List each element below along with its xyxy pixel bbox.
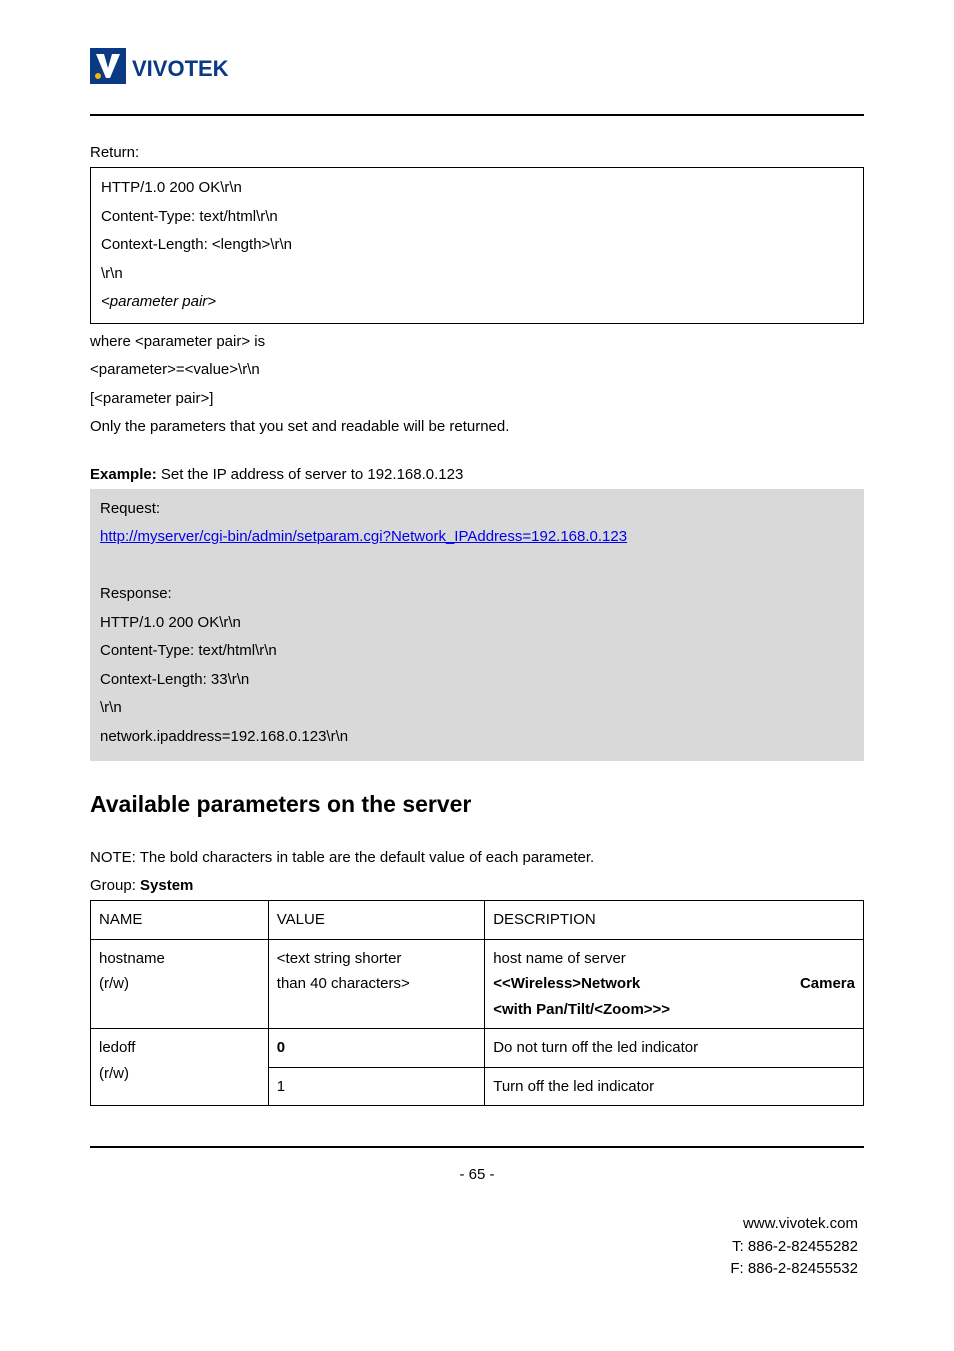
footer: www.vivotek.com T: 886-2-82455282 F: 886… [90,1213,864,1281]
example-box: Request: http://myserver/cgi-bin/admin/s… [90,489,864,762]
code-line: \r\n [100,694,854,723]
code-line: HTTP/1.0 200 OK\r\n [101,174,853,203]
footer-url: www.vivotek.com [90,1213,858,1236]
divider-bottom [90,1146,864,1148]
text-line: (r/w) [99,1061,260,1087]
table-row: hostname (r/w) <text string shorter than… [91,939,864,1029]
cell-value: 0 [268,1029,484,1068]
cell-value: 1 [268,1067,484,1106]
return-code-box: HTTP/1.0 200 OK\r\n Content-Type: text/h… [90,167,864,324]
request-url-link[interactable]: http://myserver/cgi-bin/admin/setparam.c… [100,528,627,545]
divider-top [90,114,864,116]
bold-text: Camera [800,971,855,997]
cell-desc: host name of server <<Wireless>Network C… [485,939,864,1029]
code-line: \r\n [101,260,853,289]
page-number: - 65 - [90,1166,864,1183]
table-header-row: NAME VALUE DESCRIPTION [91,901,864,940]
cell-name: hostname (r/w) [91,939,269,1029]
text-line: ledoff [99,1035,260,1061]
footer-phone: T: 886-2-82455282 [90,1236,858,1259]
text-line: host name of server [493,946,855,972]
example-label: Example: Set the IP address of server to… [90,466,864,483]
cell-desc: Turn off the led indicator [485,1067,864,1106]
code-line: HTTP/1.0 200 OK\r\n [100,609,854,638]
return-explanation: where <parameter pair> is <parameter>=<v… [90,328,864,442]
logo: VIVOTEK [90,48,864,96]
text-line: than 40 characters> [277,971,476,997]
group-label: Group: System [90,877,864,894]
example-label-text: Set the IP address of server to 192.168.… [157,466,464,483]
code-line: Content-Type: text/html\r\n [100,637,854,666]
footer-fax: F: 886-2-82455532 [90,1258,858,1281]
table-row: ledoff (r/w) 0 Do not turn off the led i… [91,1029,864,1068]
text-line: [<parameter pair>] [90,385,864,414]
code-line: Context-Length: <length>\r\n [101,231,853,260]
text-line: hostname [99,946,260,972]
bold-text: <with Pan/Tilt/<Zoom>>> [493,1001,670,1018]
cell-name: ledoff (r/w) [91,1029,269,1106]
th-desc: DESCRIPTION [485,901,864,940]
text-line: where <parameter pair> is [90,328,864,357]
return-label: Return: [90,144,864,161]
text-line: <text string shorter [277,946,476,972]
group-prefix: Group: [90,877,140,894]
section-heading: Available parameters on the server [90,791,864,818]
response-label: Response: [100,580,854,609]
svg-text:VIVOTEK: VIVOTEK [132,56,229,81]
request-label: Request: [100,495,854,524]
code-line: Content-Type: text/html\r\n [101,203,853,232]
example-label-bold: Example: [90,466,157,483]
note-text: NOTE: The bold characters in table are t… [90,844,864,871]
cell-value: <text string shorter than 40 characters> [268,939,484,1029]
text-line: <parameter>=<value>\r\n [90,356,864,385]
code-line: Context-Length: 33\r\n [100,666,854,695]
group-name: System [140,877,193,894]
th-value: VALUE [268,901,484,940]
bold-text: 0 [277,1039,285,1056]
code-line: <parameter pair> [101,288,853,317]
parameters-table: NAME VALUE DESCRIPTION hostname (r/w) <t… [90,900,864,1106]
text-line: Only the parameters that you set and rea… [90,413,864,442]
text-line: (r/w) [99,971,260,997]
th-name: NAME [91,901,269,940]
cell-desc: Do not turn off the led indicator [485,1029,864,1068]
code-line: network.ipaddress=192.168.0.123\r\n [100,723,854,752]
bold-text: <<Wireless>Network [493,971,640,997]
